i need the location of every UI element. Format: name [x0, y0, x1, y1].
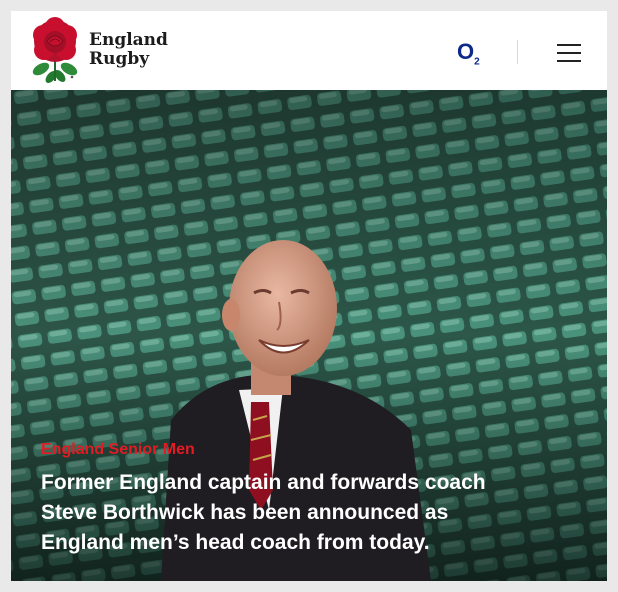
o2-subscript: 2 [474, 56, 480, 68]
england-rugby-logo[interactable]: England Rugby [29, 17, 168, 83]
o2-letter: O [457, 39, 475, 64]
hero-image-banner[interactable]: England Senior Men Former England captai… [11, 90, 607, 581]
article-category[interactable]: England Senior Men [41, 441, 541, 459]
brand-line-1: England [89, 30, 168, 50]
article-headline[interactable]: Former England captain and forwards coac… [41, 468, 541, 558]
hamburger-menu-icon[interactable] [557, 44, 581, 62]
hero-caption: England Senior Men Former England captai… [41, 441, 541, 558]
brand-line-2: Rugby [89, 49, 150, 69]
article-card: England Rugby O2 England Senior Men Form… [11, 11, 607, 581]
header-divider [517, 40, 518, 64]
o2-sponsor-logo[interactable]: O2 [457, 39, 480, 67]
brand-wordmark: England Rugby [89, 31, 168, 69]
site-header: England Rugby O2 [11, 11, 607, 90]
red-rose-icon [32, 17, 78, 83]
